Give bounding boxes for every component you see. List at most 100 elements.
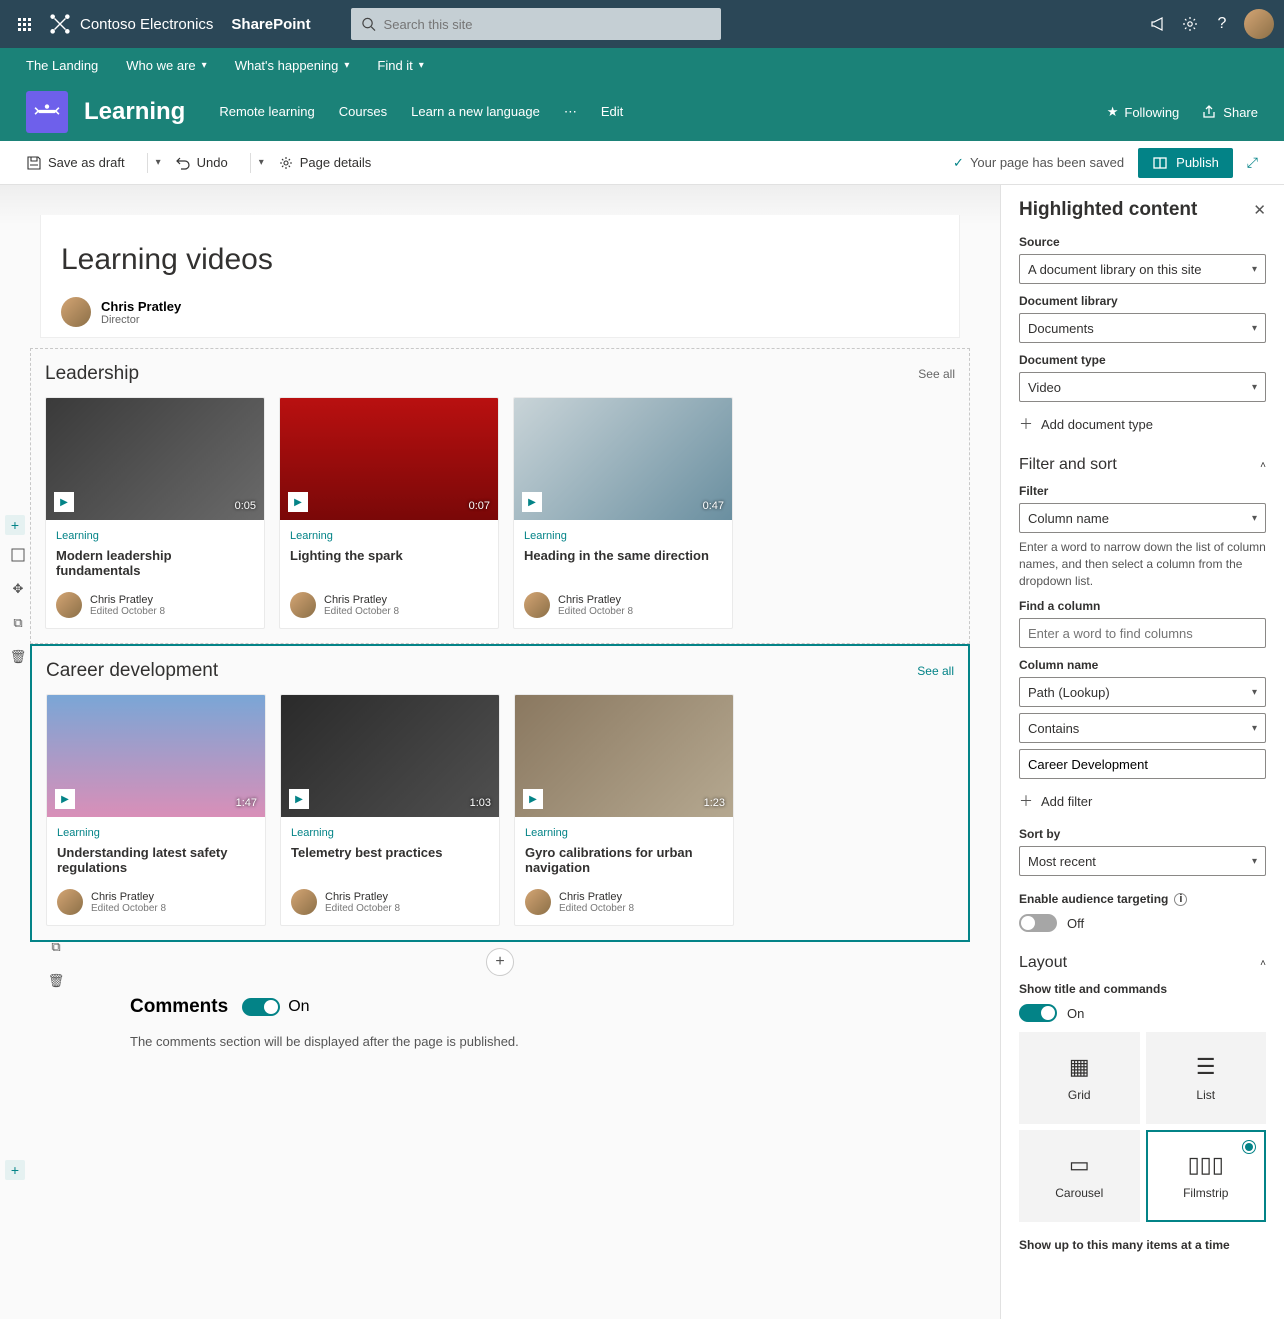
card-date: Edited October 8 <box>324 606 399 617</box>
publish-button[interactable]: Publish <box>1138 148 1233 178</box>
source-dropdown[interactable]: A document library on this site▾ <box>1019 254 1266 284</box>
video-card[interactable]: ▶ 0:07 Learning Lighting the spark Chris… <box>279 397 499 629</box>
close-icon[interactable]: ✕ <box>1253 201 1266 219</box>
webpart-zone-career[interactable]: Career development See all ▶ 1:47 Learni… <box>30 644 970 942</box>
webpart-title[interactable]: Career development <box>46 660 218 682</box>
duplicate-section-icon[interactable]: ⧉ <box>4 609 32 637</box>
card-author-avatar[interactable] <box>525 889 551 915</box>
operator-dropdown[interactable]: Contains▾ <box>1019 713 1266 743</box>
chevron-up-icon: ˄ <box>1260 958 1266 969</box>
audience-toggle[interactable] <box>1019 914 1057 932</box>
hub-nav-item[interactable]: Find it▾ <box>377 58 423 73</box>
webpart-zone-leadership[interactable]: Leadership See all ▶ 0:05 Learning Moder… <box>30 348 970 644</box>
find-column-input[interactable] <box>1019 618 1266 648</box>
delete-section-icon[interactable]: 🗑 <box>4 643 32 671</box>
user-avatar[interactable] <box>1244 9 1274 39</box>
page-title[interactable]: Learning videos <box>61 243 939 277</box>
chevron-down-icon: ▾ <box>1252 687 1257 698</box>
plus-icon: ＋ <box>1019 791 1033 811</box>
video-card[interactable]: ▶ 1:23 Learning Gyro calibrations for ur… <box>514 694 734 926</box>
help-icon[interactable]: ? <box>1206 8 1238 40</box>
undo-chevron[interactable]: ▾ <box>259 157 264 168</box>
card-author-avatar[interactable] <box>291 889 317 915</box>
video-card[interactable]: ▶ 0:05 Learning Modern leadership fundam… <box>45 397 265 629</box>
card-site-link[interactable]: Learning <box>524 530 722 542</box>
chevron-down-icon: ▾ <box>419 60 424 71</box>
expand-icon[interactable]: ⤢ <box>1247 154 1258 171</box>
card-author-avatar[interactable] <box>290 592 316 618</box>
add-filter-button[interactable]: ＋Add filter <box>1019 791 1266 811</box>
card-author-avatar[interactable] <box>57 889 83 915</box>
edit-section-icon[interactable] <box>4 541 32 569</box>
search-box[interactable] <box>351 8 721 40</box>
delete-webpart-icon[interactable]: 🗑 <box>42 967 70 995</box>
share-button[interactable]: Share <box>1201 104 1258 120</box>
page-details-button[interactable]: Page details <box>278 155 372 171</box>
column-name-dropdown[interactable]: Path (Lookup)▾ <box>1019 677 1266 707</box>
site-nav-more[interactable]: ⋯ <box>564 104 577 120</box>
megaphone-icon[interactable] <box>1142 8 1174 40</box>
card-title: Gyro calibrations for urban navigation <box>525 845 723 879</box>
card-site-link[interactable]: Learning <box>56 530 254 542</box>
save-draft-button[interactable]: Save as draft <box>26 155 125 171</box>
doctype-label: Document type <box>1019 353 1266 367</box>
layout-option-carousel[interactable]: ▭ Carousel <box>1019 1130 1140 1222</box>
card-site-link[interactable]: Learning <box>291 827 489 839</box>
move-section-icon[interactable]: ✥ <box>4 575 32 603</box>
search-input[interactable] <box>384 17 711 32</box>
app-name[interactable]: SharePoint <box>231 16 310 33</box>
sortby-dropdown[interactable]: Most recent▾ <box>1019 846 1266 876</box>
add-doctype-button[interactable]: ＋Add document type <box>1019 414 1266 434</box>
play-icon: ▶ <box>523 789 543 809</box>
app-launcher[interactable] <box>10 10 38 38</box>
info-icon[interactable]: i <box>1174 893 1187 906</box>
suite-header: Contoso Electronics SharePoint ? <box>0 0 1284 48</box>
filter-sort-header[interactable]: Filter and sort ˄ <box>1019 456 1266 474</box>
source-label: Source <box>1019 235 1266 249</box>
site-nav-item[interactable]: Learn a new language <box>411 104 540 120</box>
org-name[interactable]: Contoso Electronics <box>80 16 213 33</box>
see-all-link[interactable]: See all <box>918 367 955 381</box>
card-site-link[interactable]: Learning <box>290 530 488 542</box>
add-section-button[interactable]: + <box>5 515 25 535</box>
site-header: Learning Remote learning Courses Learn a… <box>0 83 1284 141</box>
layout-header[interactable]: Layout ˄ <box>1019 954 1266 972</box>
hub-nav-item[interactable]: What's happening▾ <box>235 58 350 73</box>
add-webpart-button[interactable]: + <box>486 948 514 976</box>
card-author-avatar[interactable] <box>524 592 550 618</box>
site-nav-edit[interactable]: Edit <box>601 104 623 120</box>
card-site-link[interactable]: Learning <box>57 827 255 839</box>
see-all-link[interactable]: See all <box>917 664 954 678</box>
settings-gear-icon[interactable] <box>1174 8 1206 40</box>
doclib-dropdown[interactable]: Documents▾ <box>1019 313 1266 343</box>
video-card[interactable]: ▶ 1:47 Learning Understanding latest saf… <box>46 694 266 926</box>
author-avatar[interactable] <box>61 297 91 327</box>
filter-dropdown[interactable]: Column name▾ <box>1019 503 1266 533</box>
following-button[interactable]: ★ Following <box>1107 104 1180 120</box>
comments-toggle[interactable] <box>242 998 280 1016</box>
show-title-toggle[interactable] <box>1019 1004 1057 1022</box>
hub-nav-item[interactable]: Who we are▾ <box>126 58 206 73</box>
layout-option-filmstrip[interactable]: ▯▯▯ Filmstrip <box>1146 1130 1267 1222</box>
site-title[interactable]: Learning <box>84 98 185 126</box>
layout-option-grid[interactable]: ▦ Grid <box>1019 1032 1140 1124</box>
filter-value-input[interactable] <box>1019 749 1266 779</box>
video-card[interactable]: ▶ 0:47 Learning Heading in the same dire… <box>513 397 733 629</box>
save-draft-chevron[interactable]: ▾ <box>156 157 161 168</box>
site-logo-icon[interactable] <box>26 91 68 133</box>
card-site-link[interactable]: Learning <box>525 827 723 839</box>
video-card[interactable]: ▶ 1:03 Learning Telemetry best practices… <box>280 694 500 926</box>
find-column-label: Find a column <box>1019 599 1266 613</box>
chevron-down-icon: ▾ <box>1252 264 1257 275</box>
layout-option-list[interactable]: ☰ List <box>1146 1032 1267 1124</box>
card-author-avatar[interactable] <box>56 592 82 618</box>
site-nav-item[interactable]: Courses <box>339 104 387 120</box>
sortby-label: Sort by <box>1019 827 1266 841</box>
site-nav-item[interactable]: Remote learning <box>219 104 314 120</box>
undo-icon <box>175 155 191 171</box>
undo-button[interactable]: Undo <box>175 155 228 171</box>
hub-nav-item[interactable]: The Landing <box>26 58 98 73</box>
chevron-down-icon: ▾ <box>1252 856 1257 867</box>
doctype-dropdown[interactable]: Video▾ <box>1019 372 1266 402</box>
add-section-button[interactable]: + <box>5 1160 25 1180</box>
